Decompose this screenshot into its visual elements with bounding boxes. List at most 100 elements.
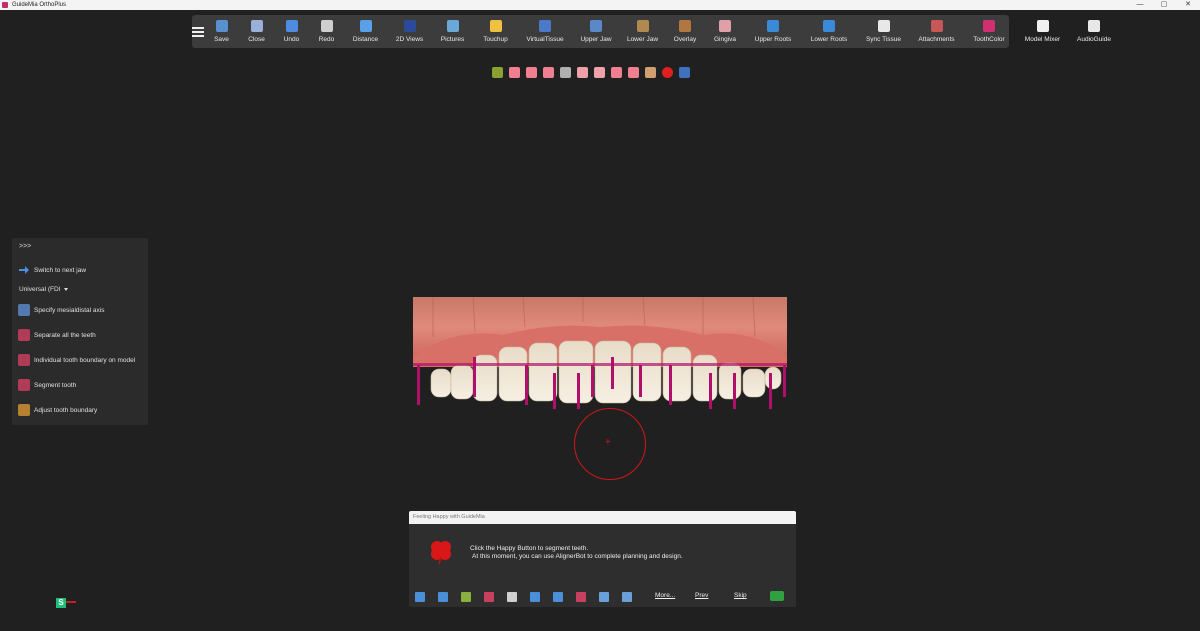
toolbar-virtualtissue-button[interactable]: VirtualTissue bbox=[518, 15, 572, 48]
separate-teeth-icon bbox=[18, 329, 30, 341]
search-tooth-icon[interactable] bbox=[530, 592, 540, 602]
left-panel-item-adjust-tooth-boundary[interactable]: Adjust tooth boundary bbox=[18, 404, 97, 416]
toolbar-attachments-button[interactable]: Attachments bbox=[910, 15, 963, 48]
toolbar-save-button[interactable]: Save bbox=[204, 15, 239, 48]
numbering-value: Universal (FDI bbox=[19, 286, 61, 293]
skip-link[interactable]: Skip bbox=[734, 592, 747, 599]
monitor-icon[interactable] bbox=[553, 592, 563, 602]
switch-jaw-button[interactable]: Switch to next jaw bbox=[18, 264, 86, 276]
tooth[interactable] bbox=[472, 354, 498, 402]
toolbar-lower-jaw-button[interactable]: Lower Jaw bbox=[620, 15, 665, 48]
toolbar-overlay-button[interactable]: Overlay bbox=[665, 15, 705, 48]
undo-icon bbox=[285, 20, 298, 32]
toolbar-pictures-button[interactable]: Pictures bbox=[432, 15, 473, 48]
tooth[interactable] bbox=[632, 342, 662, 402]
more-link[interactable]: More... bbox=[655, 592, 675, 599]
boundary-marker[interactable] bbox=[525, 365, 528, 405]
menu-list-icon[interactable] bbox=[415, 592, 425, 602]
boundary-marker[interactable] bbox=[577, 373, 580, 409]
view-right-icon[interactable] bbox=[526, 67, 537, 78]
toolbar-model-mixer-button[interactable]: Model Mixer bbox=[1015, 15, 1070, 48]
view-left-icon[interactable] bbox=[509, 67, 520, 78]
expand-panel-button[interactable]: >>> bbox=[19, 243, 31, 250]
toolbar-undo-button[interactable]: Undo bbox=[274, 15, 309, 48]
save-plan-icon[interactable] bbox=[438, 592, 448, 602]
view-color-icon[interactable] bbox=[492, 67, 503, 78]
boundary-marker[interactable] bbox=[639, 365, 642, 397]
view-top-icon[interactable] bbox=[577, 67, 588, 78]
chevron-down-icon bbox=[63, 287, 68, 291]
export-icon[interactable] bbox=[622, 592, 632, 602]
view-image-icon[interactable] bbox=[679, 67, 690, 78]
tooth[interactable] bbox=[692, 354, 718, 402]
boundary-marker[interactable] bbox=[769, 373, 772, 409]
numbering-dropdown[interactable]: Universal (FDI bbox=[19, 286, 68, 293]
maximize-button[interactable]: ▢ bbox=[1152, 0, 1176, 10]
toolbar-distance-button[interactable]: Distance bbox=[344, 15, 387, 48]
dental-model-view[interactable] bbox=[413, 297, 787, 409]
toolbar-audioguide-button[interactable]: AudioGuide bbox=[1070, 15, 1118, 48]
toolbar-button-label: Gingiva bbox=[713, 36, 737, 43]
tooth-axis-icon bbox=[18, 304, 30, 316]
toolbar-close-button[interactable]: Close bbox=[239, 15, 274, 48]
view-front-icon[interactable] bbox=[543, 67, 554, 78]
view-bottom-icon[interactable] bbox=[594, 67, 605, 78]
view-lower-arch-icon[interactable] bbox=[628, 67, 639, 78]
boundary-marker[interactable] bbox=[553, 373, 556, 409]
tooth[interactable] bbox=[528, 342, 558, 402]
boundary-marker[interactable] bbox=[591, 365, 594, 397]
tooth[interactable] bbox=[430, 368, 452, 398]
tooth[interactable] bbox=[558, 340, 594, 404]
toolbar-lower-roots-button[interactable]: Lower Roots bbox=[801, 15, 857, 48]
tooth-icon[interactable] bbox=[507, 592, 517, 602]
segment-icon[interactable] bbox=[484, 592, 494, 602]
touchup-icon bbox=[489, 20, 502, 32]
attachment-tooth-icon[interactable] bbox=[576, 592, 586, 602]
tools-icon[interactable] bbox=[461, 592, 471, 602]
toolbar-2d-views-button[interactable]: 2D Views bbox=[387, 15, 432, 48]
happy-button-icon[interactable] bbox=[770, 591, 784, 601]
bank-icon[interactable] bbox=[599, 592, 609, 602]
view-back-icon[interactable] bbox=[560, 67, 571, 78]
toolbar-sync-tissue-button[interactable]: Sync Tissue bbox=[857, 15, 910, 48]
title-bar: GuideMia OrthoPlus — ▢ ✕ bbox=[0, 0, 1200, 10]
hamburger-menu-button[interactable] bbox=[192, 15, 204, 48]
boundary-marker[interactable] bbox=[611, 357, 614, 389]
tooth[interactable] bbox=[764, 366, 782, 390]
prev-link[interactable]: Prev bbox=[695, 592, 708, 599]
left-panel-item-segment-tooth[interactable]: Segment tooth bbox=[18, 379, 76, 391]
toolbar-upper-jaw-button[interactable]: Upper Jaw bbox=[572, 15, 620, 48]
toolbar-redo-button[interactable]: Redo bbox=[309, 15, 344, 48]
clover-icon bbox=[431, 541, 451, 565]
arch-line bbox=[413, 363, 787, 366]
toolbar-gingiva-button[interactable]: Gingiva bbox=[705, 15, 745, 48]
tooth[interactable] bbox=[662, 346, 692, 402]
minimize-button[interactable]: — bbox=[1128, 0, 1152, 10]
boundary-marker[interactable] bbox=[417, 365, 420, 405]
main-toolbar: Save Close Undo Redo Distance 2D Views Picture… bbox=[192, 15, 1111, 48]
view-upper-arch-icon[interactable] bbox=[611, 67, 622, 78]
segment-tooth-icon bbox=[18, 379, 30, 391]
left-panel-item-specify-mesialdistal-axis[interactable]: Specify mesialdistal axis bbox=[18, 304, 104, 316]
toolbar-button-label: Overlay bbox=[673, 36, 697, 43]
boundary-marker[interactable] bbox=[709, 373, 712, 409]
toolbar-toothcolor-button[interactable]: ToothColor bbox=[963, 15, 1015, 48]
tooth[interactable] bbox=[718, 362, 742, 400]
boundary-marker[interactable] bbox=[783, 365, 786, 397]
boundary-marker[interactable] bbox=[733, 373, 736, 409]
tooth[interactable] bbox=[450, 364, 474, 400]
close-window-button[interactable]: ✕ bbox=[1176, 0, 1200, 10]
happy-dialog: Feeling Happy with GuideMia Click the Ha… bbox=[409, 511, 796, 607]
left-panel-item-separate-all-the-teeth[interactable]: Separate all the teeth bbox=[18, 329, 96, 341]
tooth[interactable] bbox=[742, 368, 766, 398]
tooth[interactable] bbox=[498, 346, 528, 402]
boundary-marker[interactable] bbox=[669, 365, 672, 405]
view-model-icon[interactable] bbox=[645, 67, 656, 78]
arrow-right-icon bbox=[19, 266, 29, 274]
window-controls: — ▢ ✕ bbox=[1128, 0, 1200, 10]
view-red-dot-icon[interactable] bbox=[662, 67, 673, 78]
toolbar-upper-roots-button[interactable]: Upper Roots bbox=[745, 15, 801, 48]
dialog-message-1: Click the Happy Button to segment teeth. bbox=[470, 545, 589, 552]
left-panel-item-individual-tooth-boundary-on-model[interactable]: Individual tooth boundary on model bbox=[18, 354, 135, 366]
toolbar-touchup-button[interactable]: Touchup bbox=[473, 15, 518, 48]
